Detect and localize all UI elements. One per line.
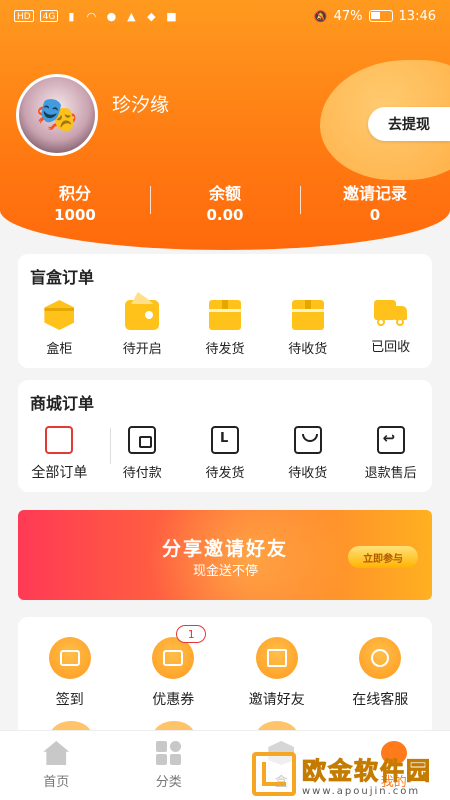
stat-value: 0.00	[206, 206, 244, 224]
banner-subtitle: 现金送不停	[193, 564, 259, 579]
notification-icon: ◆	[147, 9, 156, 23]
mall-to-pay[interactable]: 待付款	[101, 426, 184, 482]
blind-box-orders-card: 盲盒订单 盒柜 待开启 待发货 待收货 已回收	[18, 254, 432, 368]
item-label: 待开启	[122, 342, 162, 357]
return-icon	[376, 426, 405, 454]
stat-invite-records[interactable]: 邀请记录 0	[300, 180, 450, 224]
coupon-badge: 1	[176, 625, 207, 643]
notification-icon: ■	[166, 9, 177, 23]
mute-icon: 🔕	[313, 9, 328, 23]
item-label: 待发货	[205, 342, 245, 357]
bag-icon	[125, 300, 160, 330]
wifi-icon: ◠	[86, 9, 97, 23]
mall-to-ship[interactable]: 待发货	[184, 426, 267, 482]
stat-balance[interactable]: 余额 0.00	[150, 180, 300, 224]
status-bar: HD 4G ▮ ◠ ● ▲ ◆ ■ 🔕 47% 13:46	[0, 0, 450, 32]
cube-icon	[44, 300, 75, 330]
watermark-logo-icon	[252, 752, 296, 796]
tab-category[interactable]: 分类	[113, 731, 226, 800]
item-label: 在线客服	[352, 692, 409, 708]
blind-box-to-open[interactable]: 待开启	[101, 300, 184, 357]
item-label: 待收货	[288, 466, 328, 481]
divider	[110, 428, 111, 464]
mall-to-receive[interactable]: 待收货	[266, 426, 349, 482]
signal-icon: ▮	[68, 9, 75, 23]
service-customer-service[interactable]: 在线客服	[329, 637, 433, 709]
network-indicator: 4G	[39, 10, 59, 22]
mall-refund[interactable]: 退款售后	[349, 426, 432, 482]
stat-label: 邀请记录	[342, 184, 407, 203]
clock: 13:46	[398, 8, 436, 24]
stat-points[interactable]: 积分 1000	[0, 180, 150, 224]
tab-label: 首页	[43, 775, 70, 790]
stat-value: 1000	[54, 206, 96, 224]
stat-value: 0	[369, 206, 381, 224]
tab-home[interactable]: 首页	[0, 731, 113, 800]
section-title: 商城订单	[30, 394, 95, 413]
join-now-button[interactable]: 立即参与	[348, 546, 418, 568]
battery-percent: 47%	[333, 8, 363, 24]
clipboard-icon	[45, 426, 74, 454]
gift-icon	[255, 637, 298, 679]
category-icon	[155, 741, 182, 765]
banner-title: 分享邀请好友	[162, 538, 289, 560]
stat-label: 积分	[58, 184, 91, 203]
tab-label: 分类	[155, 775, 182, 790]
watermark-url: www.apoujin.com	[302, 786, 421, 797]
stat-label: 余额	[208, 184, 241, 203]
section-title: 盲盒订单	[30, 268, 95, 287]
avatar-image: 🎭	[19, 77, 95, 153]
truck-icon	[373, 300, 408, 328]
service-coupon[interactable]: 1 优惠券	[122, 625, 226, 709]
item-label: 已回收	[371, 340, 411, 355]
mall-orders-card: 商城订单 全部订单 待付款 待发货 待收货 退款售后	[18, 380, 432, 492]
blind-box-cabinet[interactable]: 盒柜	[18, 300, 101, 357]
username: 珍汐缘	[112, 94, 170, 116]
item-label: 优惠券	[152, 692, 195, 708]
item-label: 全部订单	[31, 465, 88, 481]
service-invite[interactable]: 邀请好友	[225, 637, 329, 709]
blind-box-recycled[interactable]: 已回收	[349, 300, 432, 357]
services-card: 签到 1 优惠券 邀请好友 在线客服	[18, 617, 432, 737]
hd-indicator: HD	[14, 10, 34, 22]
avatar[interactable]: 🎭	[16, 74, 98, 156]
invite-banner[interactable]: 分享邀请好友 现金送不停 立即参与	[18, 510, 432, 600]
package-icon	[291, 300, 324, 330]
blind-box-to-ship[interactable]: 待发货	[184, 300, 267, 357]
stats-row: 积分 1000 余额 0.00 邀请记录 0	[0, 180, 450, 224]
all-orders[interactable]: 全部订单	[18, 426, 101, 482]
item-label: 待发货	[205, 466, 245, 481]
item-label: 退款售后	[364, 466, 417, 481]
blind-box-to-receive[interactable]: 待收货	[266, 300, 349, 357]
item-label: 盒柜	[46, 342, 73, 357]
watermark-brand: 欧金软件园	[302, 757, 432, 786]
package-icon	[208, 300, 241, 330]
item-label: 签到	[55, 692, 84, 708]
item-label: 待付款	[122, 466, 162, 481]
withdraw-button[interactable]: 去提现	[368, 107, 450, 141]
customer-service-icon	[359, 637, 402, 679]
item-label: 待收货	[288, 342, 328, 357]
notification-icon: ●	[106, 9, 117, 23]
basket-icon	[293, 426, 322, 454]
item-label: 邀请好友	[248, 692, 305, 708]
checkin-icon	[48, 637, 91, 679]
document-icon	[210, 426, 239, 454]
notification-icon: ▲	[127, 9, 136, 23]
watermark: 欧金软件园 www.apoujin.com	[252, 750, 447, 798]
home-icon	[43, 741, 70, 765]
wallet-icon	[128, 426, 157, 454]
coupon-icon: 1	[152, 625, 207, 679]
service-checkin[interactable]: 签到	[18, 637, 122, 709]
battery-icon	[368, 10, 393, 22]
